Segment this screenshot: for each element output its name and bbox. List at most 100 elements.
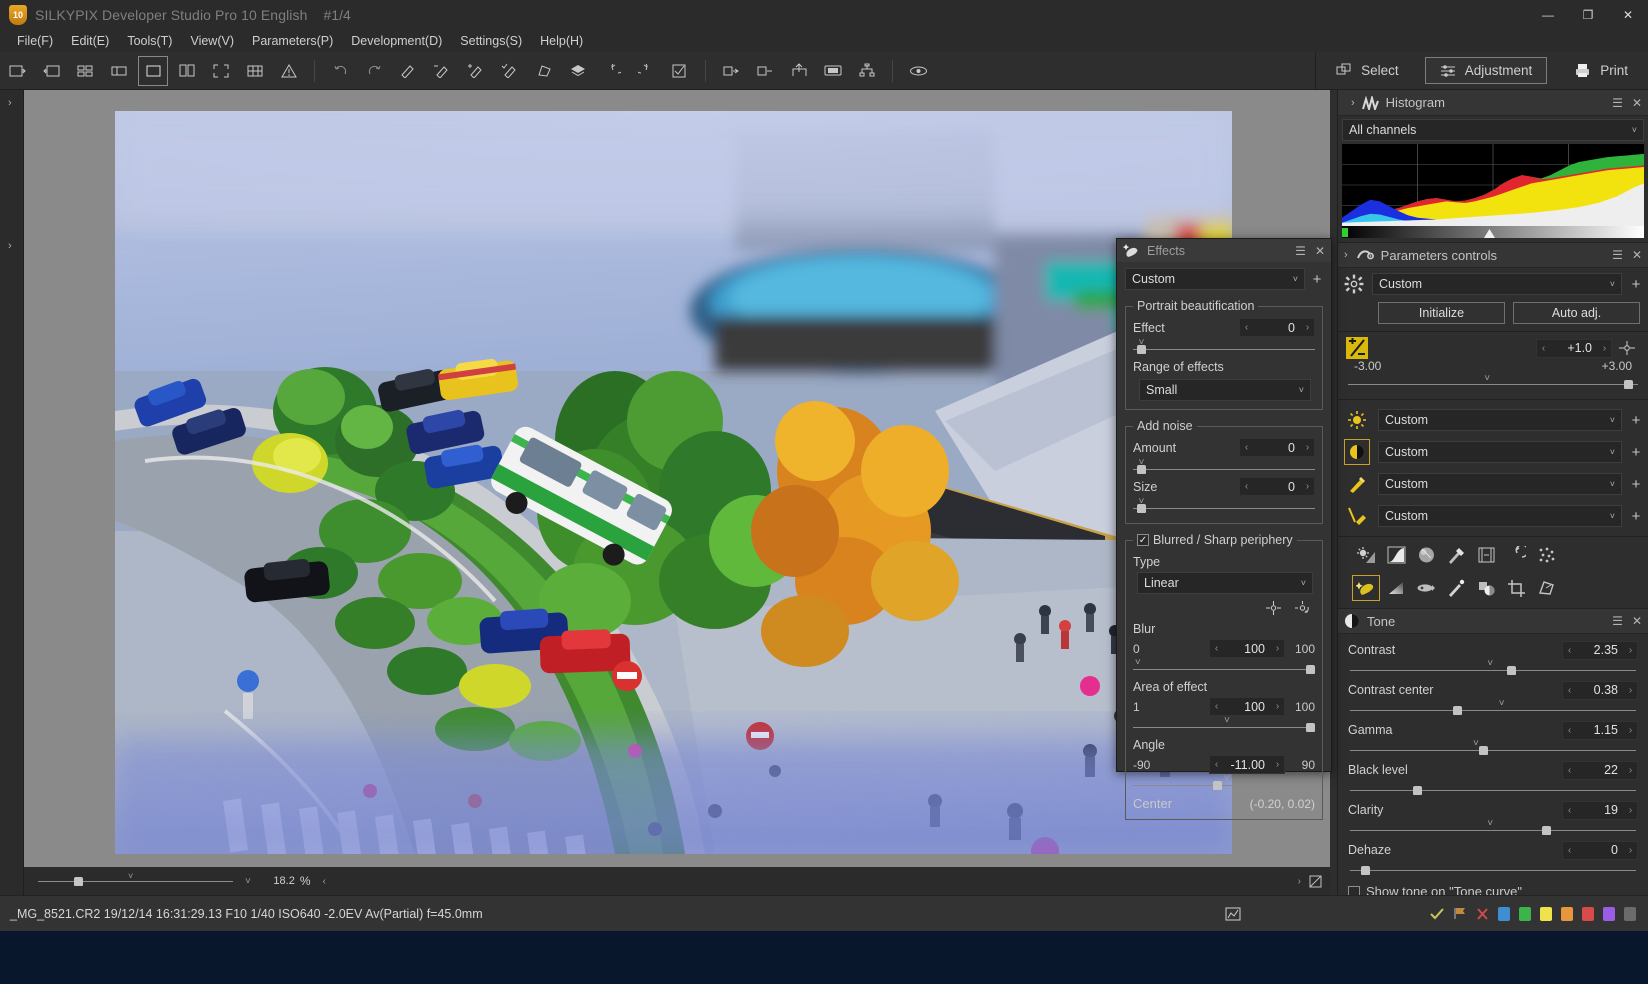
dodge-burn-icon[interactable] xyxy=(1472,575,1500,601)
decrease-icon[interactable]: ‹ xyxy=(1563,765,1576,776)
close-button[interactable]: ✕ xyxy=(1608,0,1648,30)
exposure-increase-icon[interactable]: › xyxy=(1598,343,1611,354)
tone-curve-icon[interactable] xyxy=(1382,542,1410,568)
increase-icon[interactable]: › xyxy=(1624,765,1637,776)
decrease-icon[interactable]: ‹ xyxy=(1240,442,1253,453)
left-rail[interactable]: › › xyxy=(0,90,24,895)
plus-icon[interactable]: + xyxy=(1630,276,1642,293)
gradient-icon[interactable] xyxy=(1382,575,1410,601)
contrast-spinner[interactable]: ‹ 2.35 › xyxy=(1562,640,1638,660)
rating-swatch-red[interactable] xyxy=(1582,906,1594,921)
gamma-slider[interactable]: ˅ xyxy=(1350,738,1636,756)
exposure-slider-knob[interactable] xyxy=(1623,380,1633,389)
portrait-effect-slider[interactable]: ˅ xyxy=(1133,337,1315,356)
increase-icon[interactable]: › xyxy=(1624,645,1637,656)
gear-icon[interactable] xyxy=(1344,274,1364,294)
increase-icon[interactable]: › xyxy=(1301,481,1314,492)
rating-swatch-purple[interactable] xyxy=(1603,906,1615,921)
effects-tool-icon[interactable] xyxy=(1352,575,1380,601)
undo-icon[interactable] xyxy=(325,56,355,86)
exposure-tool-icon[interactable] xyxy=(1352,542,1380,568)
left-rail-expand-mid[interactable]: › xyxy=(8,240,12,252)
decrease-icon[interactable]: ‹ xyxy=(1563,845,1576,856)
chevron-down-icon[interactable]: ˅ xyxy=(1632,125,1637,135)
auto-adjust-button[interactable]: Auto adj. xyxy=(1513,302,1640,324)
chevron-down-icon[interactable]: ˅ xyxy=(1299,385,1304,395)
plus-icon[interactable]: + xyxy=(1311,271,1323,288)
periphery-type-select[interactable]: Linear ˅ xyxy=(1137,572,1313,594)
white-balance-select[interactable]: Custom ˅ xyxy=(1378,409,1622,431)
clarity-spinner[interactable]: ‹ 19 › xyxy=(1562,800,1638,820)
tone-contrast-icon[interactable] xyxy=(1344,439,1370,465)
preview-image[interactable] xyxy=(115,111,1232,854)
rotate-tool-icon[interactable] xyxy=(1502,542,1530,568)
decrease-icon[interactable]: ‹ xyxy=(1210,759,1223,770)
histogram-panel-header[interactable]: chevron-right-icon › Histogram ☰ ✕ xyxy=(1338,90,1648,116)
increase-icon[interactable]: › xyxy=(1301,442,1314,453)
rotate-left-icon[interactable] xyxy=(597,56,627,86)
slider-knob[interactable] xyxy=(1541,826,1551,835)
graph-icon[interactable] xyxy=(1225,907,1241,921)
thumbnail-detail-icon[interactable] xyxy=(104,56,134,86)
decrease-icon[interactable]: ‹ xyxy=(1210,701,1223,712)
chevron-down-icon[interactable]: ˅ xyxy=(1610,511,1615,521)
menu-tools[interactable]: Tools(T) xyxy=(118,32,181,50)
panel-menu-icon[interactable]: ☰ xyxy=(1295,244,1306,258)
batch-develop-icon[interactable] xyxy=(716,56,746,86)
slider-knob[interactable] xyxy=(1412,786,1422,795)
sharpen-icon[interactable] xyxy=(1344,503,1370,529)
initialize-button[interactable]: Initialize xyxy=(1378,302,1505,324)
effects-window[interactable]: Effects ☰ ✕ Custom ˅ + Portrait beautifi… xyxy=(1116,238,1332,820)
slider-knob[interactable] xyxy=(1478,746,1488,755)
warning-icon[interactable] xyxy=(274,56,304,86)
plus-icon[interactable]: + xyxy=(1630,444,1642,461)
angle-spinner[interactable]: ‹ -11.00 › xyxy=(1209,755,1285,774)
exposure-bias-icon[interactable] xyxy=(1346,337,1368,359)
fullscreen-icon[interactable] xyxy=(206,56,236,86)
pan-right-icon[interactable]: › xyxy=(1298,876,1301,887)
open-folder-icon[interactable] xyxy=(2,56,32,86)
decrease-icon[interactable]: ‹ xyxy=(1240,322,1253,333)
exposure-target-icon[interactable] xyxy=(1618,340,1640,356)
rotate-target-icon[interactable] xyxy=(1294,600,1311,616)
sphere-icon[interactable] xyxy=(1412,542,1440,568)
hdr-icon[interactable] xyxy=(1472,542,1500,568)
zoom-slider-knob[interactable] xyxy=(74,877,83,886)
rating-swatch-yellow[interactable] xyxy=(1540,906,1552,921)
decrease-icon[interactable]: ‹ xyxy=(1240,481,1253,492)
menu-edit[interactable]: Edit(E) xyxy=(62,32,118,50)
increase-icon[interactable]: › xyxy=(1624,805,1637,816)
thumbnail-grid-icon[interactable] xyxy=(70,56,100,86)
periphery-checkbox[interactable]: ✓ xyxy=(1137,534,1149,546)
mode-print-button[interactable]: Print xyxy=(1559,58,1642,83)
contrast-center-slider[interactable]: ˅ xyxy=(1350,698,1636,716)
redo-icon[interactable] xyxy=(359,56,389,86)
effects-title-bar[interactable]: Effects ☰ ✕ xyxy=(1117,239,1331,262)
clarity-slider[interactable]: ˅ xyxy=(1350,818,1636,836)
close-icon[interactable]: ✕ xyxy=(1315,244,1325,258)
chevron-down-icon[interactable]: ˅ xyxy=(1301,578,1306,588)
transform-tool-icon[interactable] xyxy=(1532,575,1560,601)
histogram-exposure-ramp[interactable] xyxy=(1342,226,1644,238)
decrease-icon[interactable]: ‹ xyxy=(1563,805,1576,816)
color-icon[interactable] xyxy=(1344,471,1370,497)
chevron-down-icon[interactable]: ˅ xyxy=(1610,415,1615,425)
left-rail-expand-top[interactable]: › xyxy=(8,97,12,109)
rating-swatch-orange[interactable] xyxy=(1561,906,1573,921)
mode-select-button[interactable]: Select xyxy=(1322,58,1413,83)
area-spinner[interactable]: ‹ 100 › xyxy=(1209,697,1285,716)
increase-icon[interactable]: › xyxy=(1624,845,1637,856)
menu-view[interactable]: View(V) xyxy=(181,32,243,50)
brush-icon[interactable] xyxy=(1442,575,1470,601)
slider-knob[interactable] xyxy=(1136,465,1146,474)
sharpen-select[interactable]: Custom ˅ xyxy=(1378,505,1622,527)
decrease-icon[interactable]: ‹ xyxy=(1563,685,1576,696)
chevron-down-icon[interactable]: ˅ xyxy=(1610,279,1615,289)
black-level-spinner[interactable]: ‹ 22 › xyxy=(1562,760,1638,780)
transform-icon[interactable] xyxy=(529,56,559,86)
histogram-expand-chevron[interactable]: › xyxy=(1351,97,1355,109)
chevron-down-icon[interactable]: ˅ xyxy=(1610,447,1615,457)
dehaze-slider[interactable] xyxy=(1350,862,1636,876)
exposure-slider[interactable]: ˅ xyxy=(1348,373,1638,393)
noise-reduction-icon[interactable] xyxy=(1532,542,1560,568)
